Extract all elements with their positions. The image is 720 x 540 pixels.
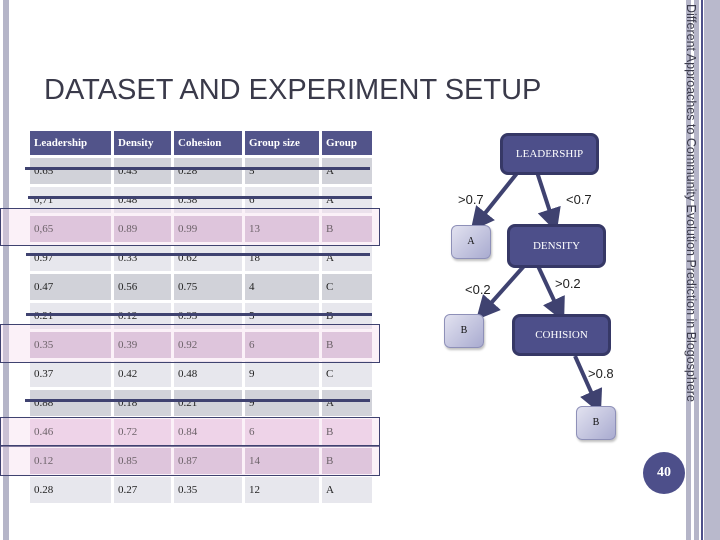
tree-leaf-a: A <box>451 225 491 259</box>
page-number-badge: 40 <box>643 452 685 494</box>
highlight-box-row-3 <box>0 208 380 246</box>
tree-node-leadership-label: LEADERSHIP <box>515 148 584 160</box>
cell: 0.42 <box>114 361 171 387</box>
cell: 0.47 <box>30 274 111 300</box>
strikethrough-row-2 <box>28 196 372 199</box>
edge-label-leadership-lt: <0.7 <box>566 192 592 207</box>
table-row: 0.37 0.42 0.48 9 C <box>30 361 372 387</box>
cell: 9 <box>245 361 319 387</box>
slide-title: DATASET AND EXPERIMENT SETUP <box>44 74 542 106</box>
highlight-box-row-10 <box>0 417 380 447</box>
tree-leaf-b-cohesion-label: B <box>592 417 600 428</box>
edge-label-density-gt: >0.2 <box>555 276 581 291</box>
cell: A <box>322 245 372 271</box>
cell: 5 <box>245 158 319 184</box>
tree-node-cohesion: COHISION <box>512 314 611 356</box>
cell: 0.62 <box>174 245 242 271</box>
strikethrough-row-1 <box>25 167 370 170</box>
cell: C <box>322 274 372 300</box>
edge-label-density-lt: <0.2 <box>465 282 491 297</box>
table-row: 0.28 0.27 0.35 12 A <box>30 477 372 503</box>
cell: 0.37 <box>30 361 111 387</box>
cell: 4 <box>245 274 319 300</box>
table-row: 0.47 0.56 0.75 4 C <box>30 274 372 300</box>
table-row: 0.88 0.18 0.21 9 A <box>30 390 372 416</box>
tree-leaf-b-density-label: B <box>460 325 468 336</box>
cell: 0.28 <box>174 158 242 184</box>
tree-node-density: DENSITY <box>507 224 606 268</box>
column-header-cohesion: Cohesion <box>174 131 242 155</box>
cell: 0.75 <box>174 274 242 300</box>
cell: A <box>322 390 372 416</box>
cell: 0.21 <box>174 390 242 416</box>
edge-leadership-to-a <box>470 170 520 232</box>
highlight-box-row-11 <box>0 445 380 476</box>
cell: 0.88 <box>30 390 111 416</box>
tree-node-leadership: LEADERSHIP <box>500 133 599 175</box>
highlight-box-row-7 <box>0 324 380 363</box>
column-header-leadership: Leadership <box>30 131 111 155</box>
tree-node-cohesion-label: COHISION <box>535 329 588 341</box>
cell: 12 <box>245 477 319 503</box>
strikethrough-row-4 <box>26 253 370 256</box>
cell: 0.97 <box>30 245 111 271</box>
cell: 9 <box>245 390 319 416</box>
cell: 0.48 <box>174 361 242 387</box>
cell: 0.35 <box>174 477 242 503</box>
tree-leaf-a-label: A <box>467 236 475 247</box>
cell: 18 <box>245 245 319 271</box>
column-header-group-size: Group size <box>245 131 319 155</box>
edge-label-cohesion-gt: >0.8 <box>588 366 614 381</box>
edge-label-leadership-gt: >0.7 <box>458 192 484 207</box>
cell: 0.56 <box>114 274 171 300</box>
tree-leaf-b-density: B <box>444 314 484 348</box>
strikethrough-row-6 <box>26 313 372 316</box>
cell: 0.18 <box>114 390 171 416</box>
cell: 0.33 <box>114 245 171 271</box>
table-row: 0.65 0.43 0.28 5 A <box>30 158 372 184</box>
cell: 0.43 <box>114 158 171 184</box>
cell: A <box>322 477 372 503</box>
cell: 0.65 <box>30 158 111 184</box>
table-header-row: Leadership Density Cohesion Group size G… <box>30 131 372 155</box>
page-number: 40 <box>657 465 671 480</box>
edge-leadership-to-density <box>535 171 561 233</box>
cell: C <box>322 361 372 387</box>
cell: 0.27 <box>114 477 171 503</box>
strikethrough-row-9 <box>25 399 370 402</box>
side-title: Different Approaches to Community Evolut… <box>684 4 698 402</box>
table-row: 0.97 0.33 0.62 18 A <box>30 245 372 271</box>
tree-leaf-b-cohesion: B <box>576 406 616 440</box>
cell: 0.28 <box>30 477 111 503</box>
column-header-group: Group <box>322 131 372 155</box>
cell: A <box>322 158 372 184</box>
column-header-density: Density <box>114 131 171 155</box>
tree-node-density-label: DENSITY <box>532 240 581 252</box>
